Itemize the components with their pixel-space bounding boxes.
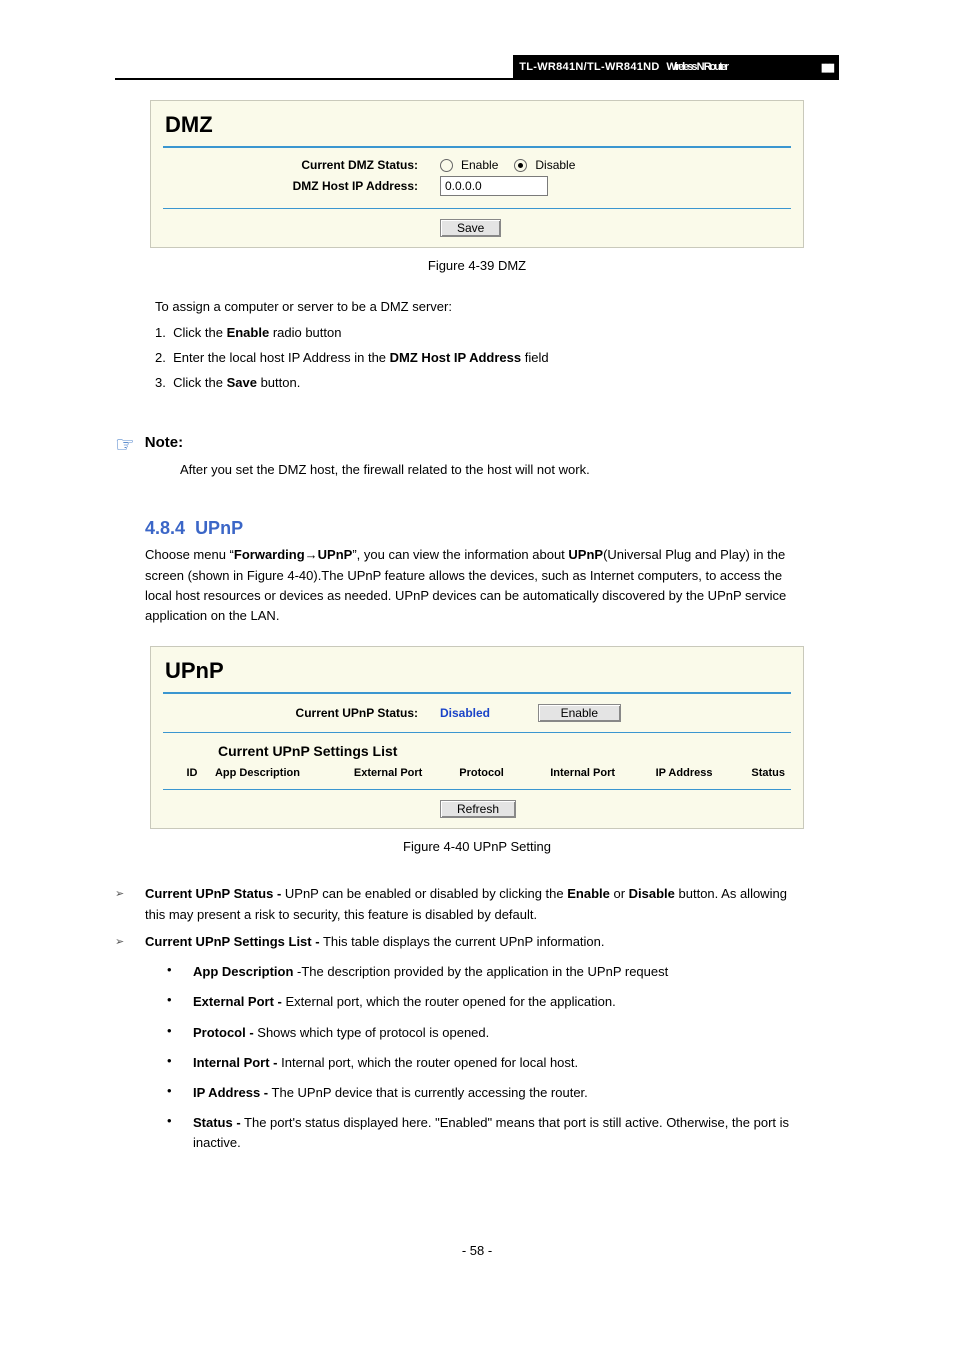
col-ext: External Port (354, 767, 459, 779)
col-int: Internal Port (550, 767, 655, 779)
bullet-icon: • (167, 1053, 193, 1068)
upnp-status-label: Current UPnP Status: (163, 706, 440, 720)
note-text: After you set the DMZ host, the firewall… (180, 460, 839, 481)
upnp-panel: UPnP Current UPnP Status: Disabled Enabl… (150, 646, 804, 829)
upnp-description-list: ➢ Current UPnP Status - UPnP can be enab… (115, 884, 804, 1153)
dmz-enable-label: Enable (461, 158, 498, 172)
dmz-disable-radio[interactable] (514, 159, 527, 172)
save-button[interactable]: Save (440, 219, 501, 237)
upnp-columns: ID App Description External Port Protoco… (163, 767, 791, 783)
col-id: ID (169, 767, 215, 779)
dmz-figure-caption: Figure 4-39 DMZ (115, 258, 839, 273)
dmz-panel: DMZ Current DMZ Status: Enable Disable D… (150, 100, 804, 248)
col-app: App Description (215, 767, 354, 779)
bullet-icon: • (167, 992, 193, 1007)
dmz-enable-radio[interactable] (440, 159, 453, 172)
section-paragraph: Choose menu “Forwarding→UPnP”, you can v… (145, 545, 799, 626)
upnp-figure-caption: Figure 4-40 UPnP Setting (115, 839, 839, 854)
arrow-icon: ➢ (115, 932, 145, 952)
page-number: - 58 - (115, 1243, 839, 1258)
pointer-icon: ☞ (115, 434, 135, 456)
signal-icon: ▮▮▮ (821, 61, 833, 74)
header-model: TL-WR841N/TL-WR841ND Wireless N Router ▮… (513, 55, 839, 78)
header-bar: TL-WR841N/TL-WR841ND Wireless N Router ▮… (115, 55, 839, 80)
dmz-ip-label: DMZ Host IP Address: (163, 179, 440, 193)
arrow-icon: ➢ (115, 884, 145, 904)
dmz-disable-label: Disable (535, 158, 575, 172)
upnp-title: UPnP (165, 658, 791, 684)
dmz-ip-input[interactable] (440, 176, 548, 196)
upnp-list-title: Current UPnP Settings List (218, 743, 791, 759)
bullet-icon: • (167, 962, 193, 977)
note-block: ☞ Note: (115, 434, 809, 456)
dmz-status-label: Current DMZ Status: (163, 158, 440, 172)
dmz-title: DMZ (165, 112, 791, 138)
col-ip: IP Address (656, 767, 752, 779)
upnp-status-value: Disabled (440, 706, 508, 720)
refresh-button[interactable]: Refresh (440, 800, 516, 818)
col-status: Status (751, 767, 785, 779)
col-proto: Protocol (459, 767, 550, 779)
bullet-icon: • (167, 1083, 193, 1098)
bullet-icon: • (167, 1023, 193, 1038)
upnp-enable-button[interactable]: Enable (538, 704, 621, 722)
note-label: Note: (145, 434, 183, 451)
section-heading: 4.8.4 UPnP (145, 518, 839, 539)
dmz-instructions: To assign a computer or server to be a D… (155, 297, 799, 394)
bullet-icon: • (167, 1113, 193, 1128)
